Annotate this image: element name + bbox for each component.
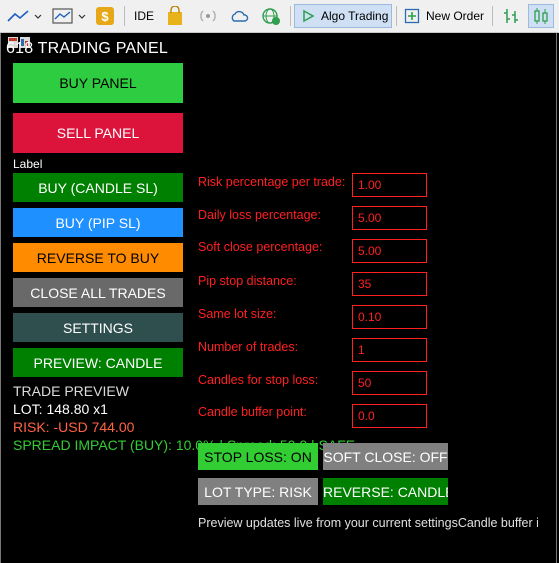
field-label-pip-stop: Pip stop distance: bbox=[198, 274, 297, 288]
panel-label: Label bbox=[13, 157, 43, 171]
pip-stop-input[interactable]: 35 bbox=[352, 272, 427, 296]
stop-loss-toggle[interactable]: STOP LOSS: ON bbox=[198, 443, 318, 470]
lot-type-toggle[interactable]: LOT TYPE: RISK bbox=[198, 478, 318, 505]
panel-title: 618 TRADING PANEL bbox=[6, 40, 168, 57]
trade-preview-heading: TRADE PREVIEW bbox=[13, 383, 129, 399]
preview-candle-button[interactable]: PREVIEW: CANDLE bbox=[13, 348, 183, 377]
field-label-soft-close: Soft close percentage: bbox=[198, 240, 323, 254]
field-label-num-trades: Number of trades: bbox=[198, 340, 299, 354]
buy-candle-sl-button[interactable]: BUY (CANDLE SL) bbox=[13, 173, 183, 202]
reverse-candles-toggle[interactable]: REVERSE: CANDLES bbox=[323, 478, 448, 505]
lot-readout: LOT: 148.80 x1 bbox=[13, 401, 108, 417]
new-order-button[interactable]: New Order bbox=[400, 4, 492, 28]
field-label-daily-loss: Daily loss percentage: bbox=[198, 208, 321, 222]
daily-loss-input[interactable]: 5.00 bbox=[352, 206, 427, 230]
soft-close-toggle[interactable]: SOFT CLOSE: OFF bbox=[323, 443, 448, 470]
candlestick-icon[interactable] bbox=[528, 4, 554, 28]
preview-footer-note: Preview updates live from your current s… bbox=[198, 516, 538, 530]
play-icon bbox=[303, 9, 315, 23]
new-order-label: New Order bbox=[426, 9, 485, 23]
field-label-candles-sl: Candles for stop loss: bbox=[198, 373, 319, 387]
indicators-dropdown[interactable] bbox=[50, 4, 90, 28]
ide-label: IDE bbox=[133, 9, 154, 23]
field-label-candle-buffer: Candle buffer point: bbox=[198, 405, 307, 419]
candles-sl-input[interactable]: 50 bbox=[352, 371, 427, 395]
svg-text:$: $ bbox=[101, 9, 109, 24]
new-order-icon bbox=[404, 8, 420, 24]
bar-chart-icon[interactable] bbox=[500, 4, 522, 28]
algo-trading-button[interactable]: Algo Trading bbox=[294, 4, 392, 28]
market-bag-icon[interactable] bbox=[164, 4, 186, 28]
lot-size-input[interactable]: 0.10 bbox=[352, 305, 427, 329]
soft-close-input[interactable]: 5.00 bbox=[352, 239, 427, 263]
candle-buffer-input[interactable]: 0.0 bbox=[352, 404, 427, 428]
cloud-icon[interactable] bbox=[228, 4, 252, 28]
num-trades-input[interactable]: 1 bbox=[352, 338, 427, 362]
line-chart-icon bbox=[7, 10, 42, 22]
risk-readout: RISK: -USD 744.00 bbox=[13, 419, 135, 435]
field-label-lot-size: Same lot size: bbox=[198, 307, 277, 321]
reverse-to-buy-button[interactable]: REVERSE TO BUY bbox=[13, 243, 183, 272]
risk-percentage-input[interactable]: 1.00 bbox=[352, 173, 427, 197]
dollar-icon[interactable]: $ bbox=[94, 4, 116, 28]
sell-panel-button[interactable]: SELL PANEL bbox=[13, 113, 183, 153]
settings-button[interactable]: SETTINGS bbox=[13, 313, 183, 342]
algo-trading-label: Algo Trading bbox=[321, 9, 389, 23]
buy-panel-button[interactable]: BUY PANEL bbox=[13, 63, 183, 103]
ide-button[interactable]: IDE bbox=[130, 4, 158, 28]
field-label-risk: Risk percentage per trade: bbox=[198, 175, 346, 189]
close-all-trades-button[interactable]: CLOSE ALL TRADES bbox=[13, 278, 183, 307]
chart-type-dropdown[interactable] bbox=[4, 4, 44, 28]
signal-icon[interactable] bbox=[196, 4, 220, 28]
vps-globe-icon[interactable] bbox=[259, 4, 283, 28]
chart-toolbar: $ IDE Algo Trading New Order bbox=[0, 0, 559, 33]
indicator-chart-icon bbox=[52, 8, 86, 24]
buy-pip-sl-button[interactable]: BUY (PIP SL) bbox=[13, 208, 183, 237]
